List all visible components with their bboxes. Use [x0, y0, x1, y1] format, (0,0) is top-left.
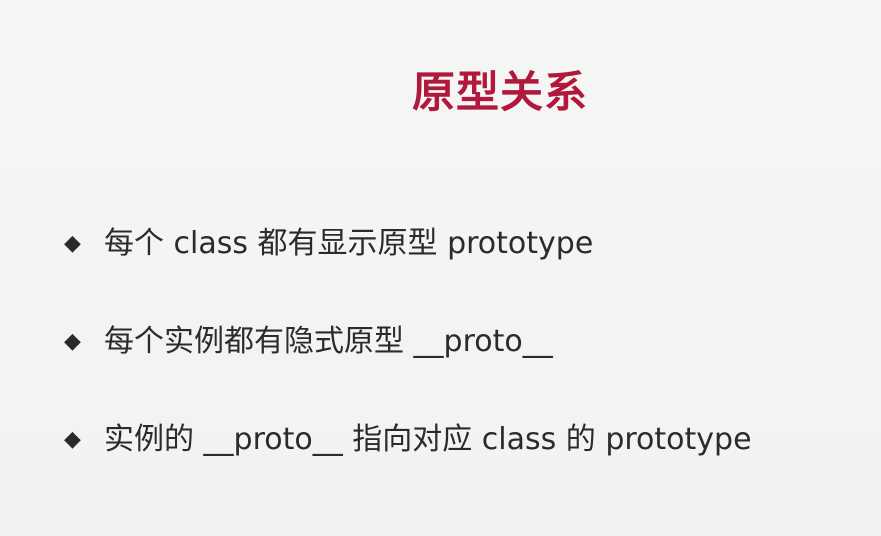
bullet-list: ◆ 每个 class 都有显示原型 prototype ◆ 每个实例都有隐式原型… [64, 222, 752, 516]
bullet-item: ◆ 实例的 __proto__ 指向对应 class 的 prototype [64, 418, 752, 516]
bullet-text: 每个 class 都有显示原型 prototype [104, 226, 594, 261]
bullet-item: ◆ 每个实例都有隐式原型 __proto__ [64, 320, 752, 418]
bullet-text: 每个实例都有隐式原型 __proto__ [104, 324, 553, 359]
diamond-bullet-icon: ◆ [64, 427, 81, 452]
slide: 原型关系 ◆ 每个 class 都有显示原型 prototype ◆ 每个实例都… [0, 0, 881, 536]
diamond-bullet-icon: ◆ [64, 329, 81, 354]
bullet-text: 实例的 __proto__ 指向对应 class 的 prototype [104, 422, 752, 457]
bullet-item: ◆ 每个 class 都有显示原型 prototype [64, 222, 752, 320]
diamond-bullet-icon: ◆ [64, 231, 81, 256]
slide-title: 原型关系 [412, 68, 588, 118]
